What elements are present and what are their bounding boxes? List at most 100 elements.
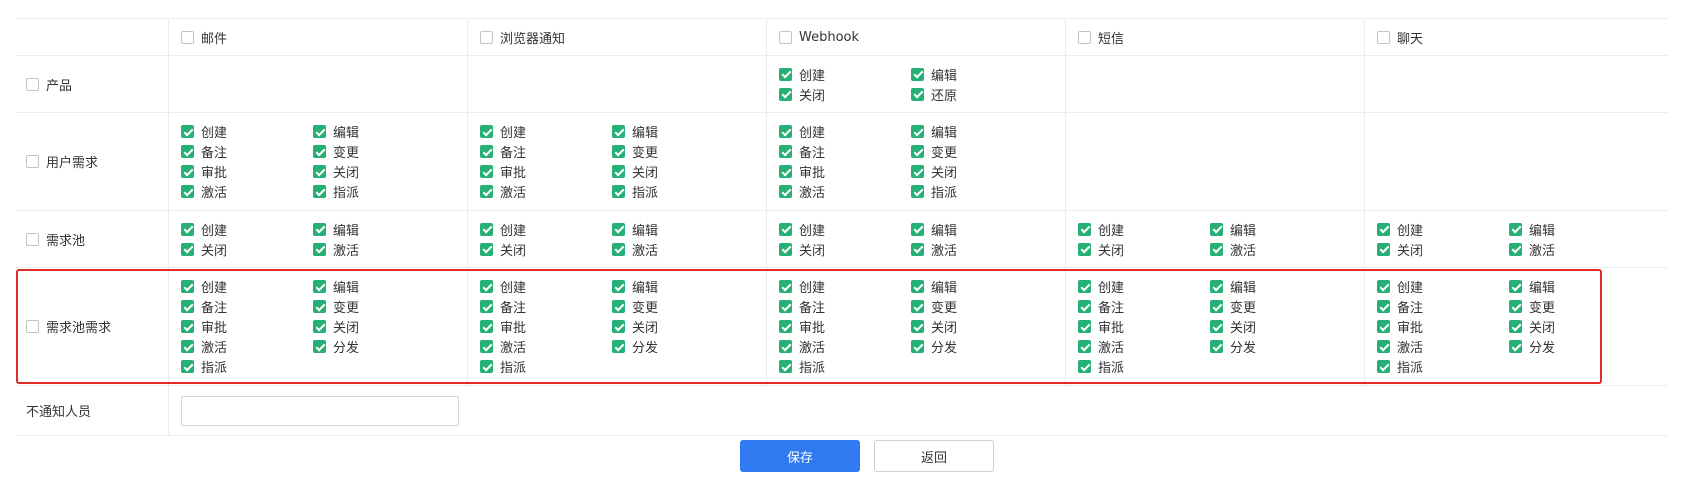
- event-option[interactable]: 编辑: [911, 277, 1043, 297]
- event-option[interactable]: 变更: [911, 142, 1043, 162]
- event-option[interactable]: 编辑: [612, 219, 744, 239]
- event-checkbox[interactable]: [313, 222, 326, 236]
- event-option[interactable]: 激活: [779, 337, 911, 357]
- event-checkbox[interactable]: [1377, 360, 1390, 373]
- channel-header-sms[interactable]: 短信: [1066, 19, 1365, 55]
- event-option[interactable]: 编辑: [911, 122, 1043, 142]
- event-option[interactable]: 编辑: [612, 277, 744, 297]
- event-option[interactable]: 备注: [181, 297, 313, 317]
- event-checkbox[interactable]: [1078, 222, 1091, 236]
- event-option[interactable]: 变更: [313, 297, 445, 317]
- object-label[interactable]: 产品: [16, 56, 169, 112]
- event-checkbox[interactable]: [779, 185, 792, 198]
- event-option[interactable]: 备注: [1078, 297, 1210, 317]
- event-option[interactable]: 变更: [313, 142, 445, 162]
- channel-checkbox[interactable]: [779, 30, 792, 44]
- event-checkbox[interactable]: [779, 320, 792, 333]
- event-option[interactable]: 审批: [779, 162, 911, 182]
- event-checkbox[interactable]: [181, 300, 194, 313]
- channel-checkbox[interactable]: [1377, 30, 1390, 44]
- event-checkbox[interactable]: [779, 300, 792, 313]
- event-checkbox[interactable]: [911, 320, 924, 333]
- event-option[interactable]: 关闭: [779, 84, 911, 104]
- event-option[interactable]: 创建: [181, 219, 313, 239]
- event-option[interactable]: 备注: [181, 142, 313, 162]
- event-option[interactable]: 编辑: [911, 64, 1043, 84]
- event-option[interactable]: 变更: [1210, 297, 1342, 317]
- event-checkbox[interactable]: [1377, 300, 1390, 313]
- event-checkbox[interactable]: [911, 242, 924, 256]
- event-option[interactable]: 激活: [1509, 239, 1641, 259]
- event-option[interactable]: 关闭: [779, 239, 911, 259]
- event-checkbox[interactable]: [1210, 300, 1223, 313]
- event-checkbox[interactable]: [779, 280, 792, 293]
- event-checkbox[interactable]: [181, 165, 194, 178]
- event-checkbox[interactable]: [1509, 280, 1522, 293]
- event-checkbox[interactable]: [313, 145, 326, 158]
- object-label[interactable]: 需求池: [16, 211, 169, 267]
- event-checkbox[interactable]: [181, 125, 194, 138]
- event-checkbox[interactable]: [313, 320, 326, 333]
- event-checkbox[interactable]: [911, 222, 924, 236]
- event-checkbox[interactable]: [1210, 340, 1223, 353]
- event-option[interactable]: 创建: [480, 277, 612, 297]
- event-option[interactable]: 审批: [1377, 317, 1509, 337]
- event-option[interactable]: 还原: [911, 84, 1043, 104]
- event-option[interactable]: 激活: [181, 182, 313, 202]
- event-checkbox[interactable]: [911, 87, 924, 101]
- event-option[interactable]: 关闭: [612, 162, 744, 182]
- event-checkbox[interactable]: [480, 165, 493, 178]
- event-checkbox[interactable]: [1078, 280, 1091, 293]
- event-checkbox[interactable]: [480, 185, 493, 198]
- event-option[interactable]: 创建: [779, 219, 911, 239]
- event-option[interactable]: 指派: [779, 357, 911, 377]
- event-option[interactable]: 备注: [480, 142, 612, 162]
- event-option[interactable]: 分发: [313, 337, 445, 357]
- event-checkbox[interactable]: [911, 145, 924, 158]
- event-checkbox[interactable]: [181, 340, 194, 353]
- event-option[interactable]: 关闭: [1377, 239, 1509, 259]
- event-option[interactable]: 变更: [1509, 297, 1641, 317]
- event-option[interactable]: 创建: [1377, 277, 1509, 297]
- event-option[interactable]: 备注: [779, 142, 911, 162]
- event-option[interactable]: 创建: [181, 277, 313, 297]
- event-option[interactable]: 编辑: [313, 122, 445, 142]
- event-checkbox[interactable]: [480, 360, 493, 373]
- event-option[interactable]: 指派: [181, 357, 313, 377]
- event-checkbox[interactable]: [1377, 222, 1390, 236]
- event-checkbox[interactable]: [181, 320, 194, 333]
- event-option[interactable]: 关闭: [911, 162, 1043, 182]
- event-option[interactable]: 创建: [779, 122, 911, 142]
- save-button[interactable]: 保存: [740, 440, 860, 472]
- event-option[interactable]: 编辑: [1509, 219, 1641, 239]
- event-option[interactable]: 变更: [612, 142, 744, 162]
- event-checkbox[interactable]: [1078, 340, 1091, 353]
- event-option[interactable]: 激活: [612, 239, 744, 259]
- event-option[interactable]: 关闭: [612, 317, 744, 337]
- event-checkbox[interactable]: [313, 125, 326, 138]
- event-option[interactable]: 审批: [181, 162, 313, 182]
- event-checkbox[interactable]: [313, 340, 326, 353]
- event-option[interactable]: 备注: [779, 297, 911, 317]
- event-checkbox[interactable]: [779, 67, 792, 81]
- event-option[interactable]: 激活: [313, 239, 445, 259]
- event-checkbox[interactable]: [1078, 320, 1091, 333]
- event-option[interactable]: 编辑: [313, 219, 445, 239]
- event-option[interactable]: 激活: [480, 337, 612, 357]
- event-checkbox[interactable]: [612, 320, 625, 333]
- event-checkbox[interactable]: [181, 185, 194, 198]
- event-checkbox[interactable]: [612, 165, 625, 178]
- event-checkbox[interactable]: [313, 185, 326, 198]
- event-checkbox[interactable]: [911, 300, 924, 313]
- event-checkbox[interactable]: [779, 340, 792, 353]
- object-checkbox[interactable]: [26, 232, 39, 246]
- event-checkbox[interactable]: [1078, 242, 1091, 256]
- event-checkbox[interactable]: [779, 145, 792, 158]
- event-option[interactable]: 激活: [1078, 337, 1210, 357]
- event-checkbox[interactable]: [911, 340, 924, 353]
- event-checkbox[interactable]: [1078, 360, 1091, 373]
- object-checkbox[interactable]: [26, 155, 39, 168]
- event-checkbox[interactable]: [181, 222, 194, 236]
- event-checkbox[interactable]: [313, 242, 326, 256]
- event-option[interactable]: 审批: [1078, 317, 1210, 337]
